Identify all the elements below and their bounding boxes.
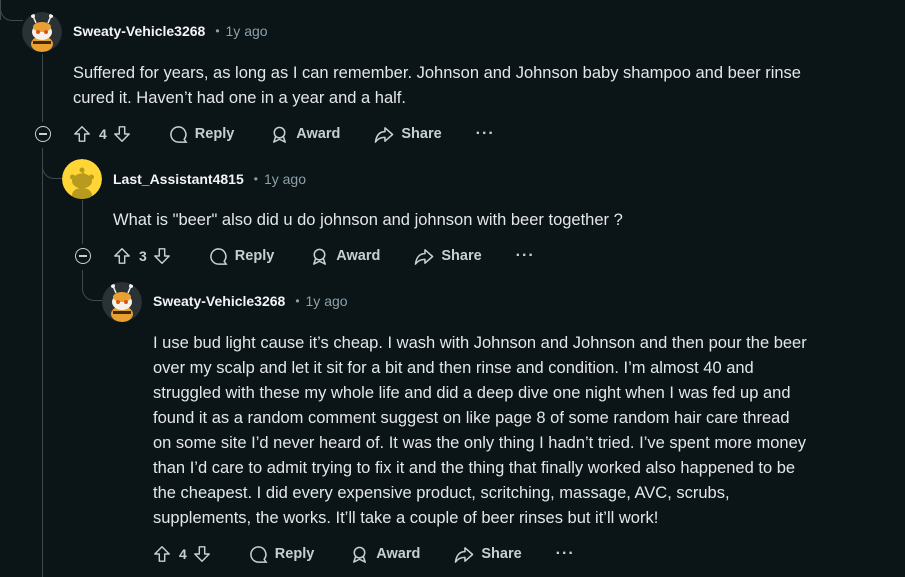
thread-line-c1 <box>42 54 43 122</box>
downvote-icon[interactable] <box>113 125 131 143</box>
award-label: Award <box>336 248 381 264</box>
timestamp[interactable]: 1y ago <box>264 171 306 187</box>
avatar[interactable] <box>102 282 142 322</box>
snoo-default-avatar-icon <box>62 159 102 199</box>
reply-label: Reply <box>234 248 275 264</box>
thread-curve-c2 <box>42 148 63 179</box>
vote-count: 3 <box>139 248 147 264</box>
award-label: Award <box>296 126 341 142</box>
share-label: Share <box>401 126 442 142</box>
comment-icon <box>210 247 228 265</box>
vote-count: 4 <box>179 546 187 562</box>
comment-meta: Sweaty-Vehicle3268 • 1y ago <box>153 293 348 309</box>
avatar[interactable] <box>62 159 102 199</box>
more-options-button[interactable]: ··· <box>476 125 495 143</box>
reply-label: Reply <box>194 126 235 142</box>
share-button[interactable]: Share <box>374 125 442 144</box>
collapse-icon[interactable] <box>75 248 91 264</box>
comment-body: What is "beer" also did u do johnson and… <box>113 211 623 229</box>
share-label: Share <box>481 546 522 562</box>
downvote-icon[interactable] <box>193 545 211 563</box>
vote-group: 4 <box>153 545 211 563</box>
award-icon <box>313 248 327 265</box>
comment-actions: 3 Reply Award Share ··· <box>113 242 535 270</box>
reply-label: Reply <box>274 546 315 562</box>
reply-button[interactable]: Reply <box>169 125 235 144</box>
award-button[interactable]: Award <box>350 545 420 564</box>
upvote-icon[interactable] <box>153 545 171 563</box>
separator-dot: • <box>253 172 258 186</box>
comment-body: Suffered for years, as long as I can rem… <box>73 64 801 107</box>
separator-dot: • <box>215 24 220 38</box>
share-button[interactable]: Share <box>454 545 522 564</box>
thread-curve-root <box>0 0 23 21</box>
thread-line-c2 <box>82 200 83 244</box>
comment-meta: Sweaty-Vehicle3268 • 1y ago <box>73 23 268 39</box>
comment-actions: 4 Reply Award Share ··· <box>73 120 495 148</box>
snoo-bee-avatar-icon <box>22 12 62 52</box>
comment-icon <box>170 125 188 143</box>
comment-body: I use bud light cause it’s cheap. I wash… <box>153 334 807 527</box>
more-options-button[interactable]: ··· <box>556 545 575 563</box>
comment-actions: 4 Reply Award Share ··· <box>153 540 575 568</box>
share-icon <box>415 248 434 265</box>
author-link[interactable]: Sweaty-Vehicle3268 <box>73 23 205 39</box>
reply-button[interactable]: Reply <box>209 247 275 266</box>
comment-icon <box>250 545 268 563</box>
share-label: Share <box>441 248 482 264</box>
separator-dot: • <box>295 294 300 308</box>
timestamp[interactable]: 1y ago <box>226 23 268 39</box>
upvote-icon[interactable] <box>73 125 91 143</box>
vote-group: 3 <box>113 247 171 265</box>
reply-button[interactable]: Reply <box>249 545 315 564</box>
author-link[interactable]: Last_Assistant4815 <box>113 171 244 187</box>
award-icon <box>273 126 287 143</box>
award-label: Award <box>376 546 421 562</box>
upvote-icon[interactable] <box>113 247 131 265</box>
more-options-button[interactable]: ··· <box>516 247 535 265</box>
vote-count: 4 <box>99 126 107 142</box>
author-link[interactable]: Sweaty-Vehicle3268 <box>153 293 285 309</box>
thread-curve-c3 <box>82 270 103 301</box>
thread-line-c1-children <box>42 148 43 577</box>
snoo-bee-avatar-icon <box>102 282 142 322</box>
collapse-icon[interactable] <box>35 126 51 142</box>
award-icon <box>353 546 367 563</box>
avatar[interactable] <box>22 12 62 52</box>
downvote-icon[interactable] <box>153 247 171 265</box>
vote-group: 4 <box>73 125 131 143</box>
share-button[interactable]: Share <box>414 247 482 266</box>
award-button[interactable]: Award <box>270 125 340 144</box>
award-button[interactable]: Award <box>310 247 380 266</box>
share-icon <box>455 546 474 563</box>
comment-meta: Last_Assistant4815 • 1y ago <box>113 171 306 187</box>
share-icon <box>375 126 394 143</box>
timestamp[interactable]: 1y ago <box>306 293 348 309</box>
